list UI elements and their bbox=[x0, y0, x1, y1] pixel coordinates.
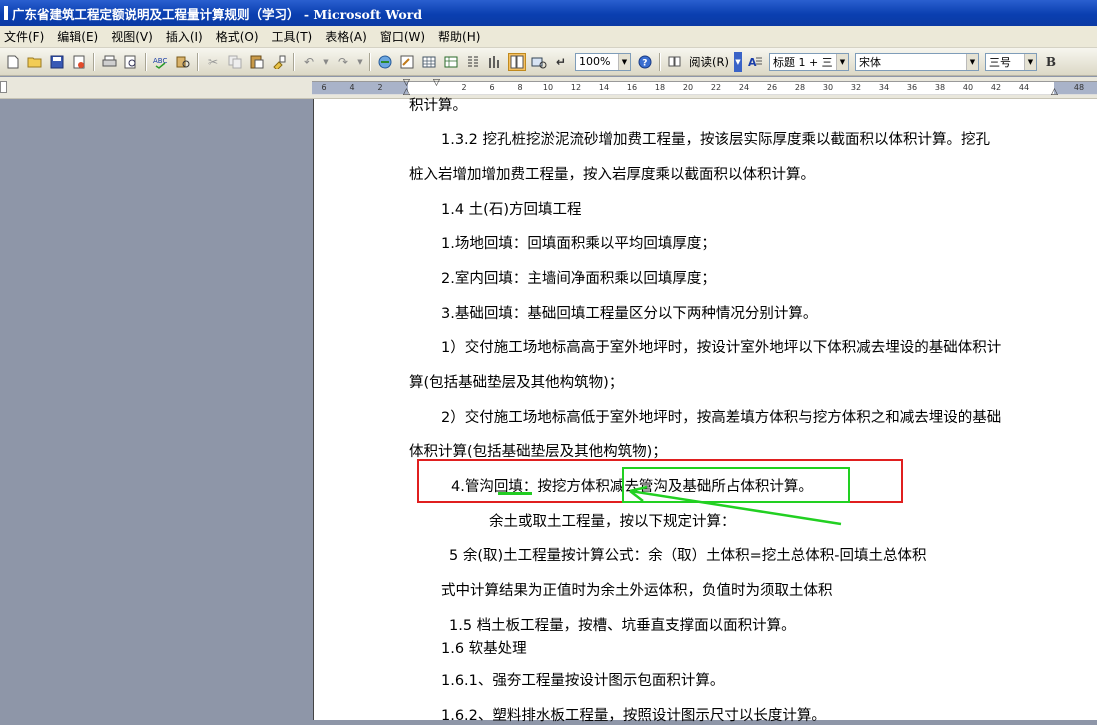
style-value: 标题 1 + 三 bbox=[772, 55, 833, 69]
ruler-tick: 42 bbox=[990, 83, 1002, 92]
window-title: 广东省建筑工程定额说明及工程量计算规则（学习） - Microsoft Word bbox=[12, 6, 423, 22]
ruler-tick: 48 bbox=[1073, 83, 1085, 92]
copy-icon[interactable] bbox=[226, 53, 244, 71]
font-value: 宋体 bbox=[858, 55, 881, 69]
document-page[interactable]: 积计算。 1.3.2 挖孔桩挖淤泥流砂增加费工程量，按该层实际厚度乘以截面积以体… bbox=[313, 98, 1097, 724]
show-hide-icon[interactable] bbox=[530, 53, 548, 71]
menu-insert[interactable]: 插入(I) bbox=[161, 28, 211, 45]
zoom-value: 100% bbox=[579, 55, 611, 68]
tables-borders-icon[interactable] bbox=[398, 53, 416, 71]
chevron-down-icon[interactable]: ▼ bbox=[835, 53, 848, 70]
svg-text:ABC: ABC bbox=[153, 57, 167, 65]
toolbar-options-icon[interactable]: ▼ bbox=[733, 51, 742, 72]
toolbar-separator bbox=[293, 52, 295, 71]
document-map-icon[interactable] bbox=[508, 52, 526, 71]
menu-window[interactable]: 窗口(W) bbox=[375, 28, 433, 45]
ruler-tick: 30 bbox=[822, 83, 834, 92]
svg-text:A: A bbox=[748, 56, 757, 69]
document-margin-area bbox=[0, 99, 312, 720]
undo-dropdown-icon[interactable]: ▼ bbox=[322, 53, 330, 71]
new-document-icon[interactable] bbox=[4, 53, 22, 71]
save-icon[interactable] bbox=[48, 53, 66, 71]
ruler-tick: 36 bbox=[906, 83, 918, 92]
font-size-select[interactable]: 三号 ▼ bbox=[984, 52, 1037, 71]
horizontal-ruler[interactable]: 6 4 2 2 4 6 8 10 12 14 16 18 20 22 24 26… bbox=[312, 78, 1097, 97]
undo-icon[interactable]: ↶ bbox=[300, 53, 318, 71]
ruler-tick: 32 bbox=[850, 83, 862, 92]
menu-bar: 文件(F) 编辑(E) 视图(V) 插入(I) 格式(O) 工具(T) 表格(A… bbox=[0, 26, 1097, 48]
menu-table[interactable]: 表格(A) bbox=[320, 28, 375, 45]
bold-button[interactable]: B bbox=[1042, 53, 1060, 71]
print-preview-icon[interactable] bbox=[122, 53, 140, 71]
menu-file[interactable]: 文件(F) bbox=[0, 28, 52, 45]
read-mode-button[interactable]: 阅读(R) bbox=[689, 54, 729, 70]
word-app-icon[interactable] bbox=[4, 6, 8, 20]
menu-format[interactable]: 格式(O) bbox=[211, 28, 267, 45]
redo-dropdown-icon[interactable]: ▼ bbox=[356, 53, 364, 71]
style-select[interactable]: 标题 1 + 三 ▼ bbox=[768, 52, 849, 71]
green-arrow-icon bbox=[629, 485, 842, 526]
styles-formatting-icon[interactable]: A bbox=[746, 53, 764, 71]
permission-icon[interactable] bbox=[70, 53, 88, 71]
drawing-icon[interactable] bbox=[486, 53, 504, 71]
format-painter-icon[interactable] bbox=[270, 53, 288, 71]
toolbar: ABC ✂ ↶ ▼ ↷ ▼ ↵ 100% ▼ ? 阅读(R) ▼ A 标题 1 … bbox=[0, 48, 1097, 76]
menu-tools[interactable]: 工具(T) bbox=[267, 28, 321, 45]
ruler-tick: 18 bbox=[654, 83, 666, 92]
ruler-tick: 14 bbox=[598, 83, 610, 92]
ruler-tick: 2 bbox=[461, 83, 467, 92]
ruler-tick: 44 bbox=[1018, 83, 1030, 92]
chevron-down-icon[interactable]: ▼ bbox=[965, 53, 978, 70]
ruler-tick: 12 bbox=[570, 83, 582, 92]
ruler-tick: 22 bbox=[710, 83, 722, 92]
research-icon[interactable] bbox=[174, 53, 192, 71]
ruler-tick: 26 bbox=[766, 83, 778, 92]
left-indent-marker[interactable]: ▽ bbox=[433, 78, 440, 88]
toolbar-separator bbox=[659, 52, 661, 71]
zoom-select[interactable]: 100% ▼ bbox=[575, 52, 631, 71]
ruler-tick: 16 bbox=[626, 83, 638, 92]
ruler-tick: 6 bbox=[489, 83, 495, 92]
cut-icon[interactable]: ✂ bbox=[204, 53, 222, 71]
title-bar: 广东省建筑工程定额说明及工程量计算规则（学习） - Microsoft Word bbox=[0, 0, 1097, 26]
spelling-icon[interactable]: ABC bbox=[152, 53, 170, 71]
menu-view[interactable]: 视图(V) bbox=[106, 28, 161, 45]
toolbar-separator bbox=[145, 52, 147, 71]
hyperlink-icon[interactable] bbox=[376, 53, 394, 71]
toolbar-separator bbox=[93, 52, 95, 71]
columns-icon[interactable] bbox=[464, 53, 482, 71]
ruler-tick: 2 bbox=[377, 83, 383, 92]
ruler-tick: 38 bbox=[934, 83, 946, 92]
ruler-bar: 6 4 2 2 4 6 8 10 12 14 16 18 20 22 24 26… bbox=[0, 77, 1097, 99]
menu-edit[interactable]: 编辑(E) bbox=[52, 28, 106, 45]
ruler-tick: 28 bbox=[794, 83, 806, 92]
chevron-down-icon[interactable]: ▼ bbox=[1023, 53, 1036, 70]
redo-icon[interactable]: ↷ bbox=[334, 53, 352, 71]
pilcrow-icon[interactable]: ↵ bbox=[552, 53, 570, 71]
ruler-tick: 40 bbox=[962, 83, 974, 92]
print-icon[interactable] bbox=[100, 53, 118, 71]
ruler-tick: 4 bbox=[349, 83, 355, 92]
insert-excel-icon[interactable] bbox=[442, 53, 460, 71]
font-select[interactable]: 宋体 ▼ bbox=[854, 52, 979, 71]
ruler-tick: 24 bbox=[738, 83, 750, 92]
open-folder-icon[interactable] bbox=[26, 53, 44, 71]
read-mode-icon[interactable] bbox=[666, 53, 684, 71]
tab-selector[interactable] bbox=[0, 81, 7, 93]
ruler-tick: 10 bbox=[542, 83, 554, 92]
insert-table-icon[interactable] bbox=[420, 53, 438, 71]
chevron-down-icon[interactable]: ▼ bbox=[618, 53, 630, 70]
ruler-tick: 20 bbox=[682, 83, 694, 92]
toolbar-separator bbox=[369, 52, 371, 71]
help-icon[interactable]: ? bbox=[636, 53, 654, 71]
ruler-tick: 34 bbox=[878, 83, 890, 92]
right-indent-marker[interactable]: △ bbox=[1051, 87, 1058, 97]
svg-text:?: ? bbox=[642, 58, 647, 68]
ruler-tick: 8 bbox=[517, 83, 523, 92]
paste-icon[interactable] bbox=[248, 53, 266, 71]
ruler-tick: 6 bbox=[321, 83, 327, 92]
font-size-value: 三号 bbox=[988, 55, 1011, 69]
toolbar-separator bbox=[197, 52, 199, 71]
menu-help[interactable]: 帮助(H) bbox=[433, 28, 488, 45]
